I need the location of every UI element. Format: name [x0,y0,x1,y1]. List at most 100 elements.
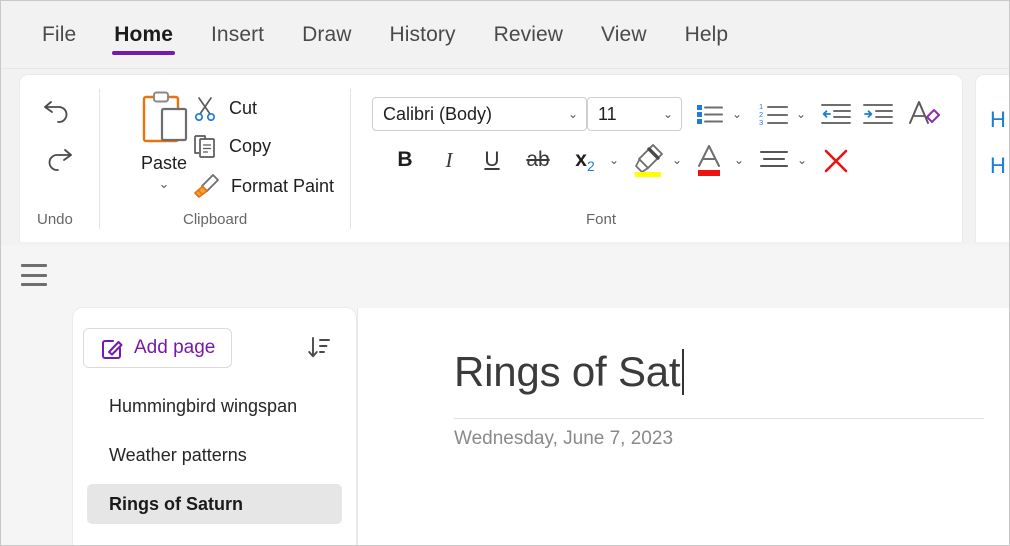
font-name-value: Calibri (Body) [383,103,493,124]
style-heading1-item[interactable]: H [990,97,1006,143]
ribbon: Undo Paste ⌄ Cut Copy Format Paint Clipb… [1,69,1009,245]
page-title[interactable]: Rings of Sat [454,348,681,396]
tab-review-label: Review [493,22,564,46]
subscript-sub-label: 2 [586,158,595,174]
onenote-window: File Home Insert Draw History Review Vie… [0,0,1010,546]
clear-formatting-button[interactable] [904,95,944,133]
redo-arrow-icon [48,149,72,171]
tab-home-label: Home [114,22,173,46]
strikethrough-button[interactable]: ab [518,143,558,177]
bold-button[interactable]: B [388,143,422,177]
font-color-button[interactable] [690,141,730,181]
page-date[interactable]: Wednesday, June 7, 2023 [454,428,673,450]
underline-label: U [484,148,500,171]
highlight-button[interactable] [628,141,668,181]
font-size-value: 11 [598,103,617,124]
ribbon-tab-bar: File Home Insert Draw History Review Vie… [1,1,1009,69]
bullets-button[interactable] [692,97,728,131]
italic-button[interactable]: I [432,143,466,177]
group-label-clipboard: Clipboard [183,211,248,228]
hamburger-line-1 [21,264,47,267]
numbering-button[interactable]: 1 2 3 [756,97,792,131]
style-heading2-item[interactable]: H [990,143,1006,189]
title-divider [454,418,984,419]
sort-pages-button[interactable] [301,330,337,366]
group-label-font: Font [586,211,617,228]
format-paint-button[interactable]: Format Paint [188,171,338,201]
paintbrush-icon [194,174,219,198]
note-canvas[interactable]: Rings of Sat Wednesday, June 7, 2023 [357,308,1009,545]
page-item-weather-patterns[interactable]: Weather patterns [87,435,342,475]
page-title-row[interactable]: Rings of Sat [454,348,685,396]
tab-history[interactable]: History [371,8,475,62]
text-cursor [682,349,685,395]
font-name-combobox[interactable]: Calibri (Body) ⌄ [372,97,587,131]
edit-page-icon [102,340,123,359]
underline-button[interactable]: U [475,143,509,177]
format-paint-label: Format Paint [231,175,335,196]
hamburger-menu-icon[interactable] [21,264,47,286]
subscript-label: x [575,148,587,171]
tab-history-label: History [389,22,456,46]
bullets-chevron-down-icon[interactable]: ⌄ [728,100,746,128]
tab-review[interactable]: Review [475,8,582,62]
decrease-indent-icon [821,104,851,124]
page-list-panel: Add page Hummingbird wingspan Weather pa… [73,308,356,545]
page-item-hummingbird-wingspan[interactable]: Hummingbird wingspan [87,386,342,426]
red-x-icon [824,149,848,173]
highlighter-icon [635,144,663,177]
clear-all-formatting-button[interactable] [818,143,854,179]
strikethrough-label: ab [526,148,550,171]
copy-button[interactable]: Copy [188,131,275,161]
tab-help[interactable]: Help [666,8,748,62]
ribbon-main-card: Undo Paste ⌄ Cut Copy Format Paint Clipb… [19,74,963,242]
ribbon-separator-2 [350,89,351,229]
subscript-chevron-down-icon[interactable]: ⌄ [605,146,623,174]
increase-indent-icon [863,104,893,124]
highlight-chevron-down-icon[interactable]: ⌄ [668,146,686,174]
font-size-chevron-down-icon[interactable]: ⌄ [655,107,681,121]
workspace: Add page Hummingbird wingspan Weather pa… [1,245,1009,545]
page-item-label: Hummingbird wingspan [109,395,298,416]
copy-label: Copy [229,135,272,156]
tab-view[interactable]: View [582,8,666,62]
tab-help-label: Help [684,22,729,46]
page-item-rings-of-saturn[interactable]: Rings of Saturn [87,484,342,524]
align-chevron-down-icon[interactable]: ⌄ [793,146,811,174]
svg-text:3: 3 [759,118,763,127]
font-size-combobox[interactable]: 11 ⌄ [587,97,682,131]
scissors-icon [194,97,216,121]
page-item-label: Weather patterns [109,444,247,465]
font-color-chevron-down-icon[interactable]: ⌄ [730,146,748,174]
sort-descending-icon [308,337,330,358]
undo-button[interactable] [36,89,80,133]
undo-arrow-icon [44,101,68,123]
font-name-chevron-down-icon[interactable]: ⌄ [560,107,586,121]
decrease-indent-button[interactable] [818,97,854,131]
numbered-list-icon: 1 2 3 [759,102,788,127]
hamburger-line-2 [21,273,47,277]
subscript-button[interactable]: x2 [565,143,605,177]
bullet-list-icon [697,105,723,124]
tab-file-label: File [42,22,77,46]
add-page-button[interactable]: Add page [83,328,233,368]
clear-formatting-icon [909,101,940,124]
tab-draw[interactable]: Draw [283,8,370,62]
tab-insert-label: Insert [211,22,265,46]
copy-pages-icon [194,135,215,158]
cut-label: Cut [229,97,258,118]
tab-home[interactable]: Home [95,8,192,62]
numbering-chevron-down-icon[interactable]: ⌄ [792,100,810,128]
tab-insert[interactable]: Insert [192,8,283,62]
font-color-icon [698,145,720,176]
increase-indent-button[interactable] [860,97,896,131]
page-item-label: Rings of Saturn [109,493,243,514]
hamburger-line-3 [21,283,47,286]
tab-draw-label: Draw [302,22,352,46]
tab-view-label: View [601,22,647,46]
cut-button[interactable]: Cut [188,93,261,123]
align-button[interactable] [755,143,793,179]
redo-button[interactable] [36,137,80,181]
tab-file[interactable]: File [23,8,95,62]
bold-label: B [397,148,413,171]
